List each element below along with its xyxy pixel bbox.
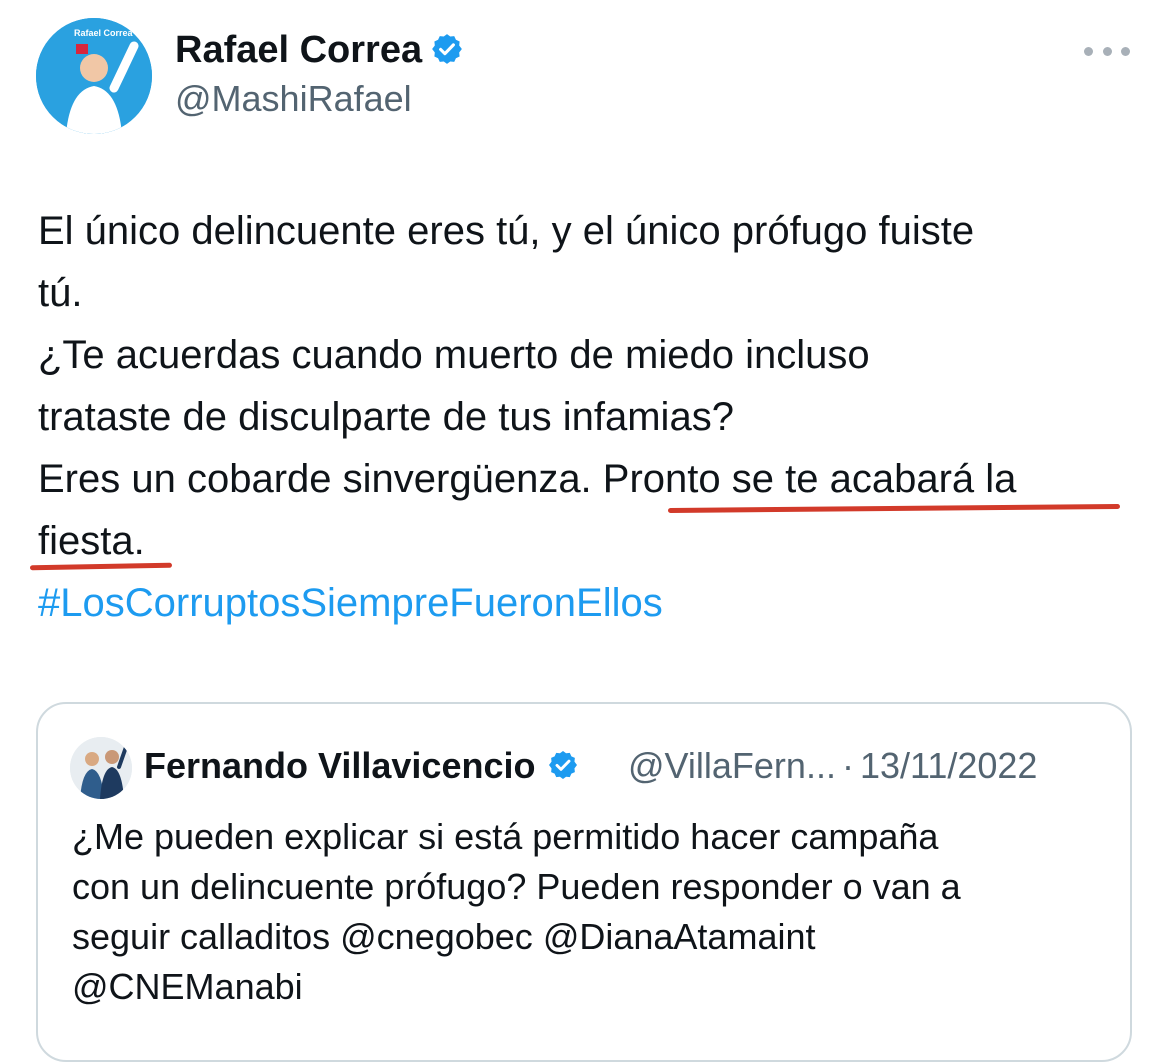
quoted-author-name[interactable]: Fernando Villavicencio	[144, 745, 535, 786]
quoted-tweet-text: ¿Me pueden explicar si está permitido ha…	[72, 812, 1112, 1012]
tweet-line: El único delincuente eres tú, y el único…	[38, 209, 975, 253]
quoted-author-avatar[interactable]	[70, 737, 132, 799]
dot-icon	[1121, 46, 1130, 56]
tweet-line: tú.	[38, 271, 83, 315]
tweet-text: El único delincuente eres tú, y el único…	[38, 200, 1148, 634]
quoted-line: seguir calladitos @cnegobec @DianaAtamai…	[72, 916, 816, 957]
quoted-line: con un delincuente prófugo? Pueden respo…	[72, 866, 961, 907]
meta-separator: ·	[841, 745, 854, 786]
author-name-row[interactable]: Rafael Correa	[175, 28, 464, 76]
author-handle[interactable]: @MashiRafael	[175, 78, 412, 120]
quoted-meta: @VillaFern... · 13/11/2022	[628, 744, 1037, 788]
underlined-phrase: Pronto se te acabará la	[602, 457, 1017, 501]
verified-badge-icon	[547, 747, 579, 791]
avatar-text-top: Rafael Correa	[74, 28, 133, 38]
author-avatar[interactable]: Rafael Correa #UNETE aLaRC5	[36, 18, 152, 134]
dot-icon	[1102, 46, 1112, 56]
tweet-line-part: Eres un cobarde sinvergüenza.	[38, 457, 603, 501]
quoted-author-name-row[interactable]: Fernando Villavicencio	[144, 744, 579, 791]
avatar-text-bottom: #UNETE aLaRC5	[72, 104, 116, 128]
quoted-line: @CNEManabi	[72, 966, 303, 1007]
verified-badge-icon	[430, 32, 464, 76]
dot-icon	[1084, 46, 1093, 56]
underlined-phrase-end: fiesta.	[38, 519, 145, 563]
tweet-line: trataste de disculparte de tus infamias?	[38, 395, 734, 439]
more-options-icon[interactable]	[1084, 36, 1130, 66]
quoted-author-handle[interactable]: @VillaFern...	[628, 745, 836, 786]
quoted-date[interactable]: 13/11/2022	[860, 745, 1038, 786]
tweet-line: Eres un cobarde sinvergüenza. Pronto se …	[38, 448, 1148, 510]
author-name[interactable]: Rafael Correa	[175, 29, 422, 71]
quoted-line: ¿Me pueden explicar si está permitido ha…	[72, 816, 939, 857]
tweet-line: fiesta.	[38, 510, 1148, 572]
hashtag-link[interactable]: #LosCorruptosSiempreFueronEllos	[38, 572, 1148, 634]
tweet-line: ¿Te acuerdas cuando muerto de miedo incl…	[38, 333, 870, 377]
